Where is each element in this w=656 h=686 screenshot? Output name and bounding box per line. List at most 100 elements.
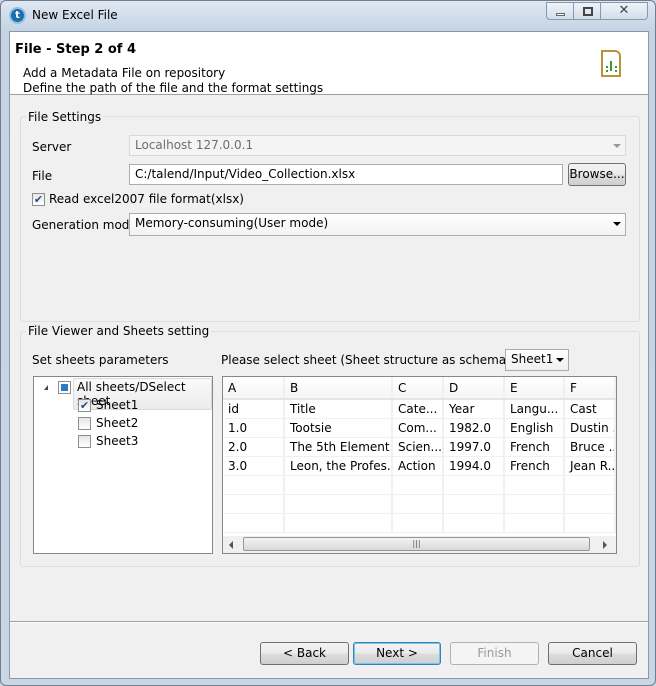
finish-button[interactable]: Finish [450,642,539,665]
sheet-select-value: Sheet1 [511,352,554,366]
table-cell: id [223,399,285,419]
table-cell [443,513,505,533]
table-cell [564,494,616,514]
sheet1-checkbox[interactable]: ✔ [78,399,91,412]
table-cell [392,494,444,514]
tree-item-sheet3[interactable]: Sheet3 [96,434,138,448]
file-viewer-label: File Viewer and Sheets setting [26,324,212,338]
table-cell: 1994.0 [443,456,505,476]
dialog-window: t New Excel File ✕ File - Step 2 of 4 Ad… [0,0,656,686]
table-cell [284,513,393,533]
table-cell: 1.0 [223,418,285,438]
xlsx-label: Read excel2007 file format(xlsx) [49,192,244,206]
generation-mode-label: Generation mode [32,218,137,232]
table-row[interactable]: 3.0 Leon, the Profes... Action 1994.0 French… [223,456,616,476]
next-button[interactable]: Next > [353,642,441,665]
table-cell [392,475,444,495]
table-row[interactable]: 2.0 The 5th Element Scien... 1997.0 French Br… [223,437,616,457]
column-header[interactable]: A [223,377,285,400]
tree-item-sheet2[interactable]: Sheet2 [96,416,138,430]
table-cell [504,475,565,495]
excel-file-icon [601,50,621,77]
table-cell [504,513,565,533]
table-row[interactable]: id Title Cate... Year Langu... Cast [223,399,616,419]
scrollbar-thumb[interactable]: ||| [243,537,590,551]
select-sheet-label: Please select sheet (Sheet structure as … [221,353,549,367]
tree-item-sheet1[interactable]: Sheet1 [96,398,138,412]
cancel-button[interactable]: Cancel [548,642,637,665]
wizard-header: File - Step 2 of 4 Add a Metadata File o… [10,32,648,95]
table-cell: 1997.0 [443,437,505,457]
dialog-client: File - Step 2 of 4 Add a Metadata File o… [9,31,649,679]
column-header[interactable]: D [443,377,505,400]
chevron-down-icon [556,358,564,362]
minimize-button[interactable] [546,2,574,20]
table-cell [284,494,393,514]
table-cell: French [504,456,565,476]
table-cell: Com... [392,418,444,438]
expand-triangle-icon[interactable] [44,385,48,390]
table-cell [223,494,285,514]
table-row[interactable] [223,494,616,514]
column-header[interactable]: B [284,377,393,400]
back-button[interactable]: < Back [260,642,349,665]
table-cell: The 5th Element [284,437,393,457]
table-cell [443,494,505,514]
tree-item-all-sheets[interactable]: All sheets/DSelect sheet [73,378,212,410]
header-description-1: Add a Metadata File on repository [23,66,226,80]
scroll-right-arrow-icon[interactable] [603,541,607,549]
sheets-tree: All sheets/DSelect sheet ✔ Sheet1 Sheet2… [33,376,213,554]
browse-button[interactable]: Browse... [568,163,626,186]
table-row[interactable] [223,475,616,495]
file-settings-label: File Settings [26,110,104,124]
file-path-input[interactable]: C:/talend/Input/Video_Collection.xlsx [129,164,563,185]
close-button[interactable]: ✕ [600,2,648,20]
table-cell: Tootsie [284,418,393,438]
table-cell: Bruce ... [564,437,616,457]
table-cell: Title [284,399,393,419]
file-label: File [32,169,53,183]
chevron-down-icon [613,222,621,226]
table-cell: Action [392,456,444,476]
xlsx-checkbox[interactable]: ✔ [32,193,45,206]
talend-logo-icon: t [9,7,26,24]
table-cell: Dustin ... [564,418,616,438]
column-header[interactable]: C [392,377,444,400]
horizontal-scrollbar[interactable]: ||| [223,536,616,553]
table-cell: Scien... [392,437,444,457]
all-sheets-checkbox[interactable] [58,381,71,394]
table-cell: Year [443,399,505,419]
table-cell [392,513,444,533]
table-cell: 3.0 [223,456,285,476]
server-value: Localhost 127.0.0.1 [135,138,254,152]
table-cell: Cast [564,399,616,419]
sheet-select-combo[interactable]: Sheet1 [505,349,569,371]
table-row[interactable]: 1.0TootsieCom...1982.0EnglishDustin ... [223,418,616,438]
table-cell [564,475,616,495]
table-cell [223,513,285,533]
table-cell [564,513,616,533]
sheets-parameters-label: Set sheets parameters [32,353,169,367]
table-cell: Langu... [504,399,565,419]
maximize-button[interactable] [573,2,601,20]
table-cell [443,475,505,495]
table-cell: Cate... [392,399,444,419]
table-cell [504,494,565,514]
table-cell [284,475,393,495]
server-combo[interactable]: Localhost 127.0.0.1 [129,135,626,156]
sheet3-checkbox[interactable] [78,435,91,448]
table-row[interactable] [223,513,616,533]
column-header[interactable]: E [504,377,565,400]
table-cell: French [504,437,565,457]
table-cell: Jean R... [564,456,616,476]
table-cell: 1982.0 [443,418,505,438]
chevron-down-icon [613,144,621,148]
table-cell [223,475,285,495]
generation-mode-combo[interactable]: Memory-consuming(User mode) [129,213,626,236]
footer-separator [10,621,648,623]
sheet2-checkbox[interactable] [78,417,91,430]
window-title: New Excel File [32,8,118,22]
column-header[interactable]: F [564,377,616,400]
scroll-left-arrow-icon[interactable] [229,541,233,549]
sheet-preview-table: A B C D E Fid Title Cate... Year Langu... Cast 1.0 T… [222,376,617,554]
